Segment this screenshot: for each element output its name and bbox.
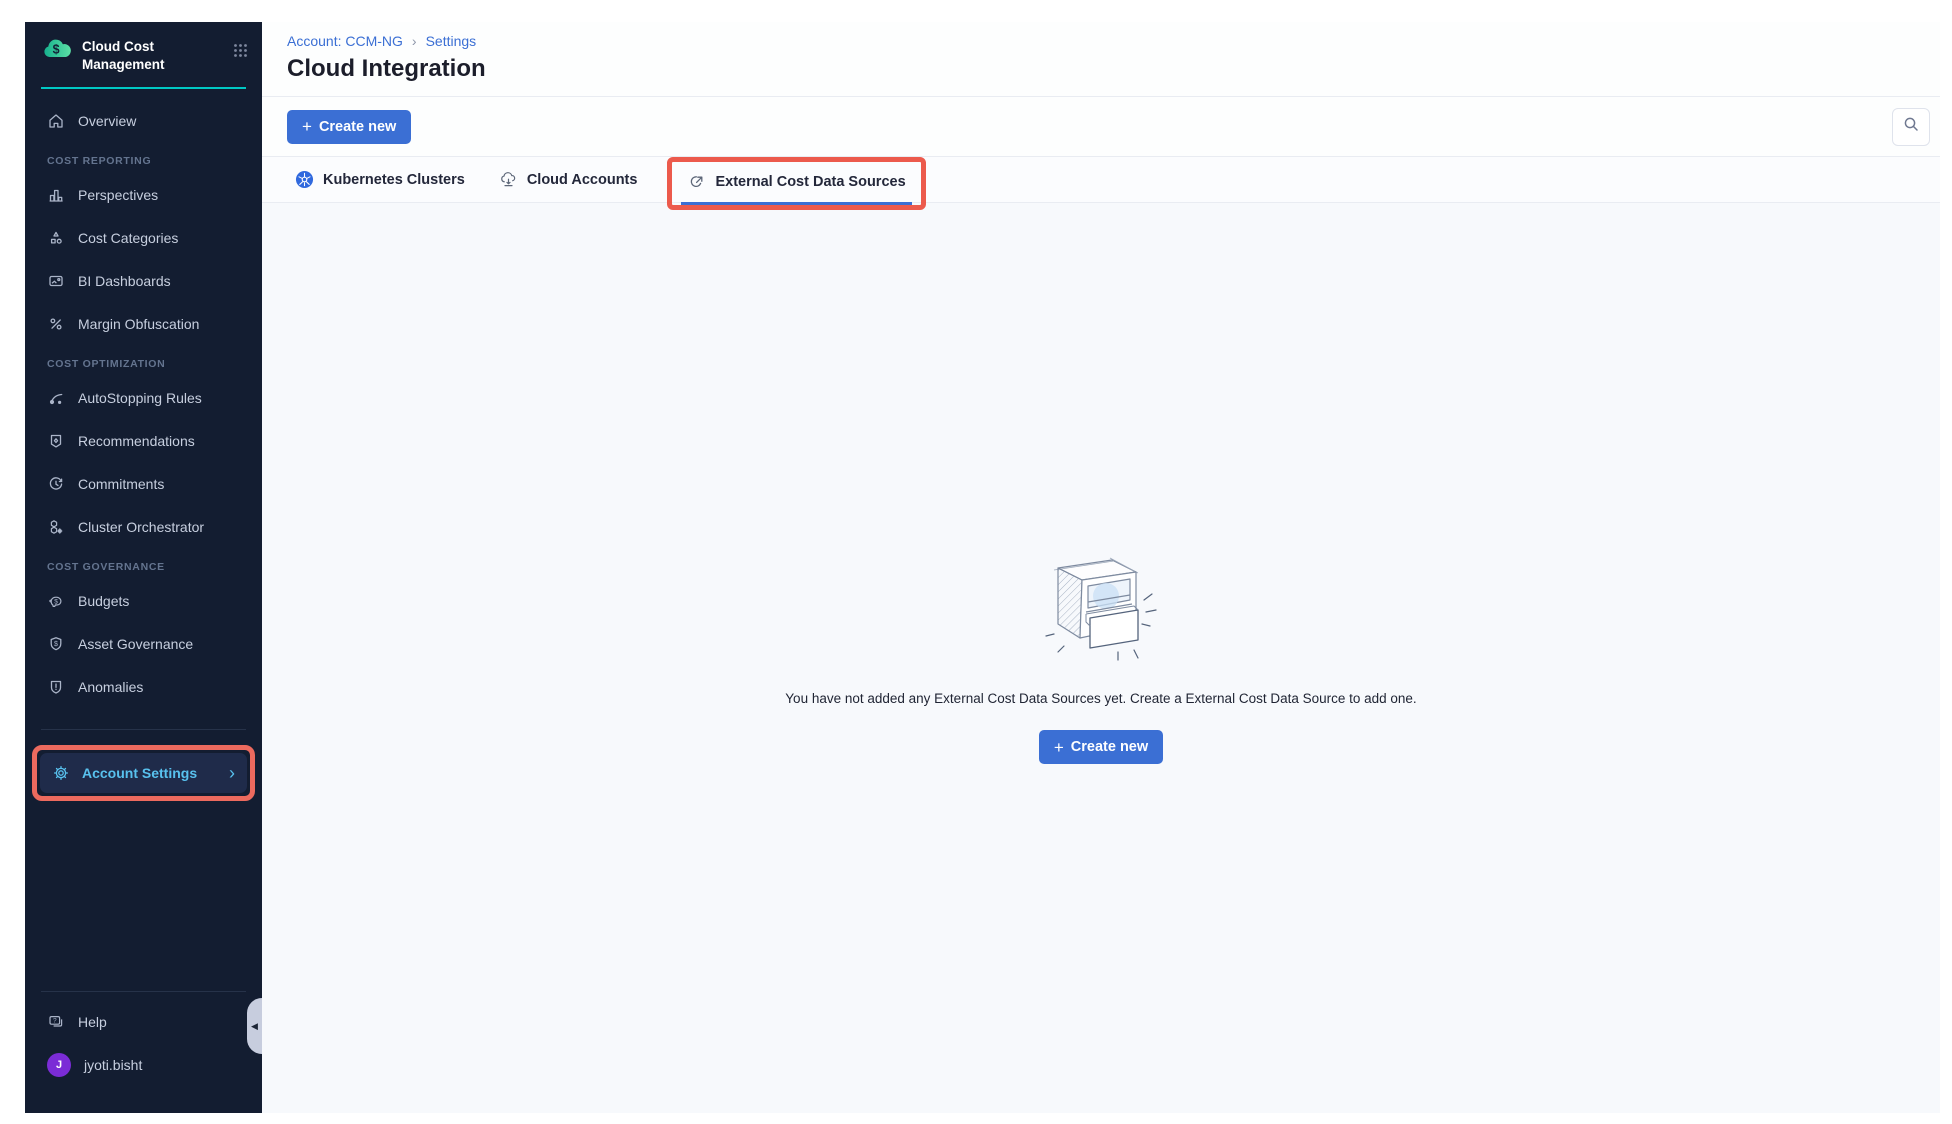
sidebar-item-label: Overview bbox=[78, 113, 136, 129]
annotation-box-account-settings: Account Settings › bbox=[32, 745, 255, 801]
annotation-box-external-tab: External Cost Data Sources bbox=[667, 157, 925, 210]
sidebar-item-account-settings[interactable]: Account Settings › bbox=[40, 753, 247, 793]
clock-icon bbox=[47, 475, 65, 493]
section-cost-optimization: COST OPTIMIZATION bbox=[47, 358, 250, 370]
breadcrumb-account-link[interactable]: Account: CCM-NG bbox=[287, 33, 403, 49]
autostopping-icon bbox=[47, 389, 65, 407]
tab-label: Cloud Accounts bbox=[527, 172, 638, 188]
section-cost-governance: COST GOVERNANCE bbox=[47, 561, 250, 573]
page-header: Account: CCM-NG › Settings Cloud Integra… bbox=[262, 22, 1940, 97]
sidebar-item-label: Margin Obfuscation bbox=[78, 316, 199, 332]
tab-panel-external-cost-data-sources: You have not added any External Cost Dat… bbox=[262, 203, 1940, 1113]
chevron-right-icon: › bbox=[229, 764, 235, 782]
main-content: Account: CCM-NG › Settings Cloud Integra… bbox=[262, 22, 1940, 1113]
breadcrumb-settings-link[interactable]: Settings bbox=[426, 33, 477, 49]
plus-icon: + bbox=[1054, 739, 1064, 756]
svg-text:?: ? bbox=[53, 1018, 57, 1025]
create-new-label: Create new bbox=[1071, 739, 1148, 755]
sidebar-nav: Overview COST REPORTING Perspectives bbox=[25, 93, 262, 712]
create-new-label: Create new bbox=[319, 119, 396, 135]
shield-dollar-icon: $ bbox=[47, 635, 65, 653]
tab-cloud-accounts[interactable]: Cloud Accounts bbox=[495, 157, 642, 203]
sidebar-item-autostopping-rules[interactable]: AutoStopping Rules bbox=[37, 380, 250, 416]
tab-bar: Kubernetes Clusters Cloud Accounts bbox=[262, 157, 1940, 203]
sidebar: $ Cloud Cost Management bbox=[25, 22, 262, 1113]
cluster-hexagons-icon bbox=[47, 518, 65, 536]
empty-state-create-new-button[interactable]: + Create new bbox=[1039, 730, 1163, 764]
sidebar-item-budgets[interactable]: $ Budgets bbox=[37, 583, 250, 619]
sidebar-item-help[interactable]: ? Help bbox=[37, 1004, 250, 1040]
sidebar-item-label: Cluster Orchestrator bbox=[78, 519, 204, 535]
breadcrumb: Account: CCM-NG › Settings bbox=[287, 33, 1915, 49]
sidebar-item-perspectives[interactable]: Perspectives bbox=[37, 177, 250, 213]
home-icon bbox=[47, 112, 65, 130]
empty-state-message: You have not added any External Cost Dat… bbox=[785, 691, 1416, 706]
cloud-icon bbox=[499, 170, 518, 189]
tab-kubernetes-clusters[interactable]: Kubernetes Clusters bbox=[291, 157, 469, 203]
module-switcher-grid-icon[interactable] bbox=[233, 37, 248, 63]
svg-text:$: $ bbox=[54, 641, 58, 648]
piggy-bank-icon: $ bbox=[47, 592, 65, 610]
sidebar-item-asset-governance[interactable]: $ Asset Governance bbox=[37, 626, 250, 662]
ccm-cloud-logo-icon: $ bbox=[41, 37, 73, 61]
gear-icon bbox=[52, 764, 70, 782]
sidebar-item-recommendations[interactable]: Recommendations bbox=[37, 423, 250, 459]
recommendation-tag-icon bbox=[47, 432, 65, 450]
module-title: Cloud Cost Management bbox=[82, 37, 165, 73]
sidebar-item-label: Help bbox=[78, 1014, 107, 1030]
sidebar-item-label: BI Dashboards bbox=[78, 273, 171, 289]
svg-text:$: $ bbox=[53, 42, 60, 56]
tab-external-cost-data-sources[interactable]: External Cost Data Sources bbox=[681, 162, 911, 205]
tab-label: External Cost Data Sources bbox=[715, 174, 905, 190]
search-icon bbox=[1902, 115, 1920, 138]
app-window: $ Cloud Cost Management bbox=[25, 22, 1940, 1113]
sidebar-footer-divider bbox=[41, 991, 246, 992]
sidebar-item-cost-categories[interactable]: Cost Categories bbox=[37, 220, 250, 256]
sidebar-item-label: Cost Categories bbox=[78, 230, 178, 246]
svg-text:$: $ bbox=[54, 598, 58, 605]
avatar: J bbox=[47, 1053, 71, 1077]
tab-label: Kubernetes Clusters bbox=[323, 172, 465, 188]
sidebar-footer: ? Help J jyoti.bisht bbox=[25, 991, 262, 1113]
sidebar-item-label: Account Settings bbox=[82, 765, 197, 781]
section-cost-reporting: COST REPORTING bbox=[47, 155, 250, 167]
kubernetes-icon bbox=[295, 170, 314, 189]
sidebar-collapse-handle[interactable]: ◀ bbox=[247, 998, 262, 1054]
sidebar-item-cluster-orchestrator[interactable]: Cluster Orchestrator bbox=[37, 509, 250, 545]
module-header: $ Cloud Cost Management bbox=[25, 22, 262, 73]
create-new-button[interactable]: + Create new bbox=[287, 110, 411, 144]
empty-drawer-illustration bbox=[1034, 552, 1168, 671]
module-accent-divider bbox=[41, 87, 246, 89]
shapes-icon bbox=[47, 229, 65, 247]
sidebar-item-commitments[interactable]: Commitments bbox=[37, 466, 250, 502]
sidebar-item-label: Perspectives bbox=[78, 187, 158, 203]
sidebar-item-bi-dashboards[interactable]: BI Dashboards bbox=[37, 263, 250, 299]
sidebar-item-overview[interactable]: Overview bbox=[37, 103, 250, 139]
sidebar-item-label: Asset Governance bbox=[78, 636, 193, 652]
page-title: Cloud Integration bbox=[287, 55, 1915, 83]
sidebar-item-label: Budgets bbox=[78, 593, 129, 609]
shield-alert-icon bbox=[47, 678, 65, 696]
collapse-left-icon: ◀ bbox=[251, 1021, 258, 1032]
plus-icon: + bbox=[302, 118, 312, 135]
toolbar: + Create new bbox=[262, 97, 1940, 157]
bar-chart-icon bbox=[47, 186, 65, 204]
dashboard-image-icon bbox=[47, 272, 65, 290]
sidebar-item-anomalies[interactable]: Anomalies bbox=[37, 669, 250, 705]
user-menu[interactable]: J jyoti.bisht bbox=[37, 1047, 250, 1083]
search-button[interactable] bbox=[1892, 108, 1930, 146]
external-source-icon bbox=[687, 173, 706, 192]
sidebar-item-label: AutoStopping Rules bbox=[78, 390, 202, 406]
help-chat-icon: ? bbox=[47, 1013, 65, 1031]
percent-icon bbox=[47, 315, 65, 333]
sidebar-item-label: Anomalies bbox=[78, 679, 143, 695]
breadcrumb-separator-icon: › bbox=[412, 33, 417, 49]
sidebar-item-label: Commitments bbox=[78, 476, 164, 492]
sidebar-divider bbox=[41, 729, 246, 730]
sidebar-item-label: Recommendations bbox=[78, 433, 195, 449]
user-name: jyoti.bisht bbox=[84, 1057, 142, 1073]
sidebar-item-margin-obfuscation[interactable]: Margin Obfuscation bbox=[37, 306, 250, 342]
